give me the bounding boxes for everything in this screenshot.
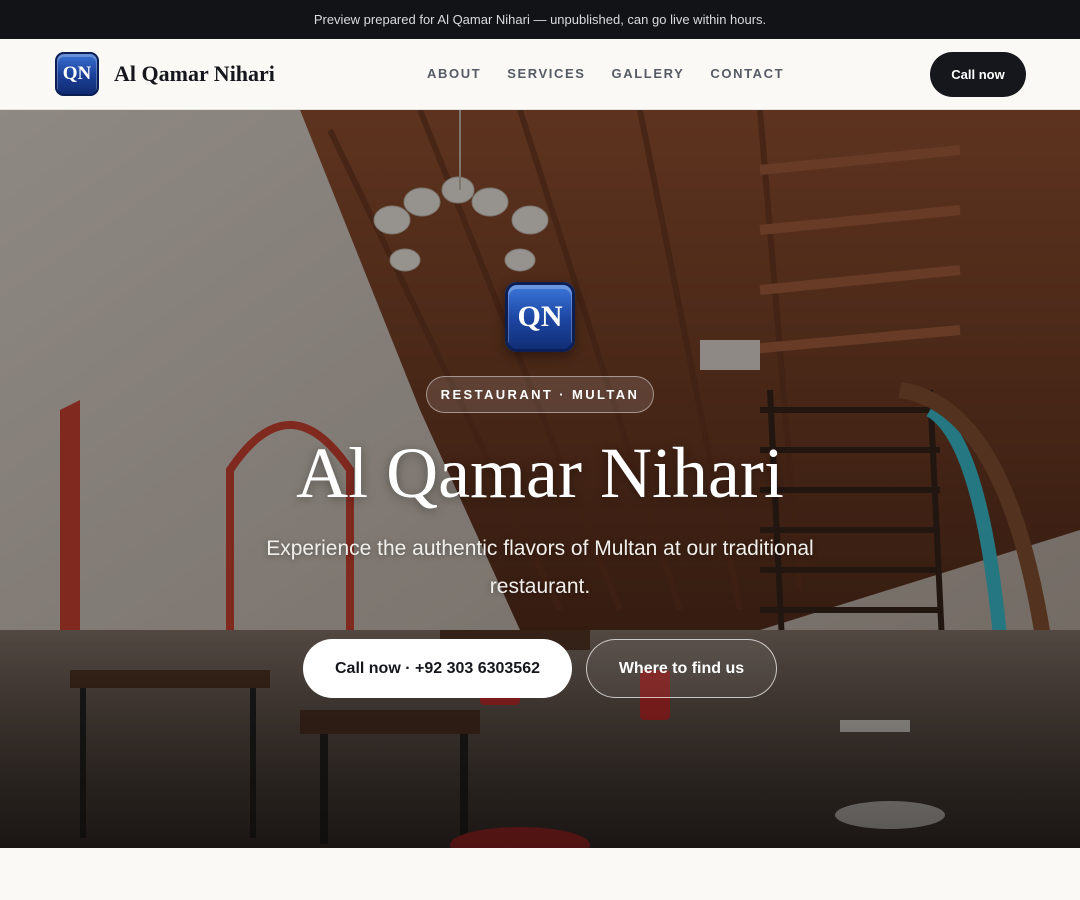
hero-logo-text: QN	[517, 300, 563, 333]
main-nav: ABOUT SERVICES GALLERY CONTACT	[427, 66, 784, 81]
nav-about[interactable]: ABOUT	[427, 66, 481, 81]
hero-find-us-button[interactable]: Where to find us	[586, 639, 777, 698]
brand-logo[interactable]: QN	[55, 52, 99, 96]
hero-call-button[interactable]: Call now · +92 303 6303562	[303, 639, 572, 698]
header-call-button[interactable]: Call now	[930, 52, 1026, 97]
hero-subtitle: Experience the authentic flavors of Mult…	[266, 537, 814, 598]
hero-category-tag: RESTAURANT · MULTAN	[426, 376, 654, 413]
site-header: QN Al Qamar Nihari ABOUT SERVICES GALLER…	[0, 39, 1080, 110]
hero-logo: QN	[505, 282, 575, 352]
brand-name[interactable]: Al Qamar Nihari	[114, 61, 275, 87]
hero-section: QN RESTAURANT · MULTAN Al Qamar Nihari E…	[0, 110, 1080, 848]
brand-logo-text: QN	[62, 63, 92, 84]
preview-banner: Preview prepared for Al Qamar Nihari — u…	[0, 0, 1080, 39]
nav-services[interactable]: SERVICES	[507, 66, 585, 81]
nav-gallery[interactable]: GALLERY	[612, 66, 685, 81]
preview-banner-text: Preview prepared for Al Qamar Nihari — u…	[313, 12, 767, 27]
nav-contact[interactable]: CONTACT	[710, 66, 784, 81]
hero-title: Al Qamar Nihari	[296, 433, 784, 513]
